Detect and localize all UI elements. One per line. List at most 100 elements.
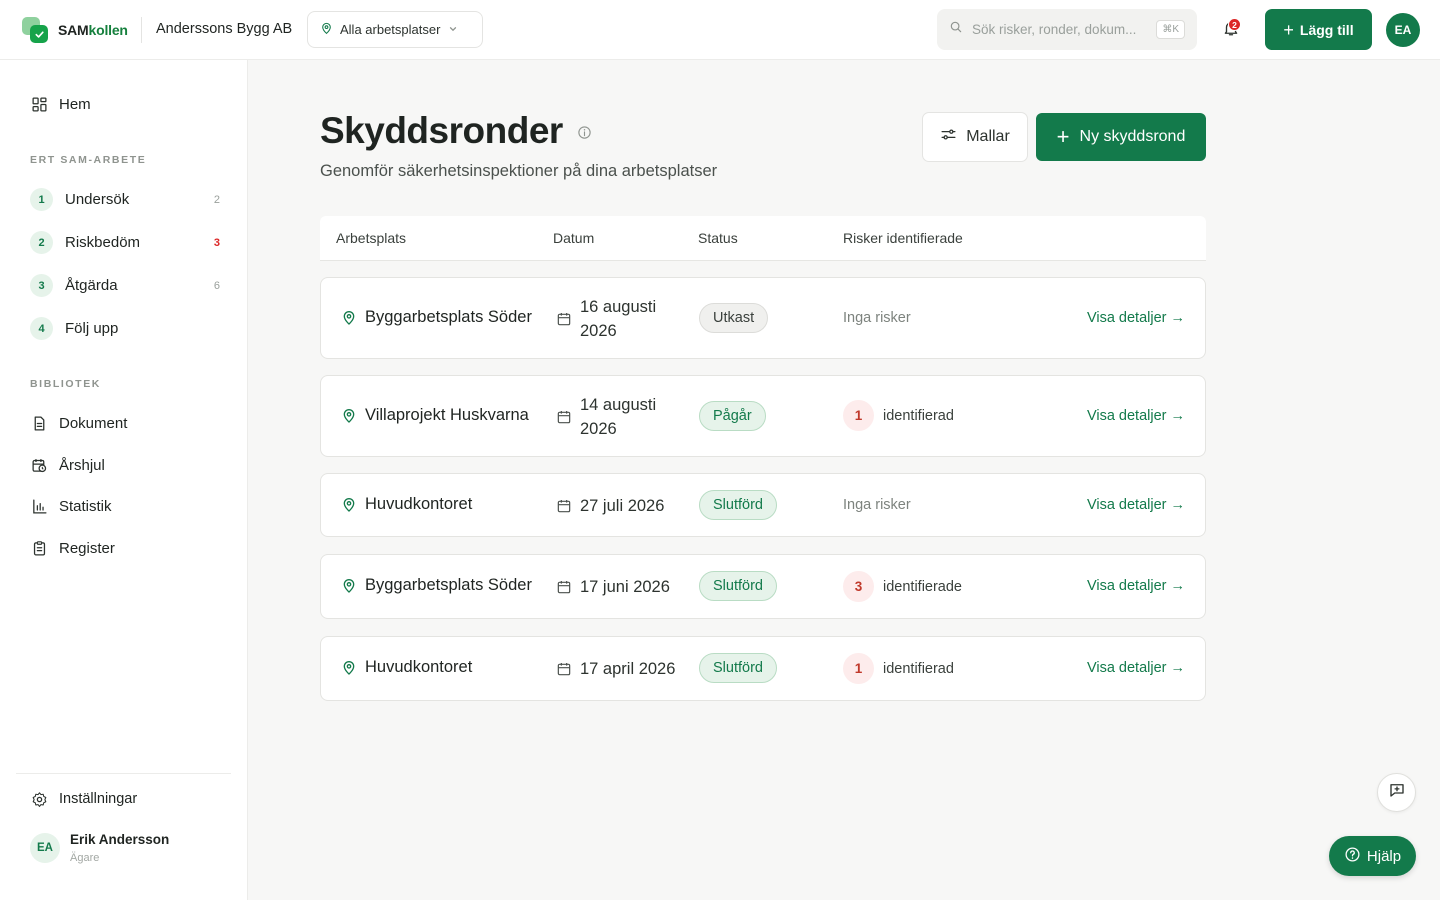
table-row[interactable]: Huvudkontoret 17 april 2026 Slutförd 1 i… [320, 636, 1206, 701]
sidebar-item-undersok[interactable]: 1 Undersök 2 [30, 188, 220, 211]
new-inspection-button[interactable]: + Ny skyddsrond [1036, 113, 1206, 161]
sidebar-item-home[interactable]: Hem [30, 95, 91, 113]
workplace-cell: Huvudkontoret [341, 495, 472, 514]
date-line-2: 2026 [580, 420, 617, 438]
date-line-1: 14 augusti [580, 396, 657, 414]
search-input[interactable] [972, 22, 1142, 37]
workplace-selector-label: Alla arbetsplatser [340, 22, 441, 37]
sidebar-item-atgarda[interactable]: 3 Åtgärda 6 [30, 274, 220, 297]
risk-label: identifierad [883, 407, 954, 424]
status-badge: Slutförd [699, 571, 777, 601]
view-details-link[interactable]: Visa detaljer → [1087, 497, 1185, 513]
step-number: 3 [30, 274, 53, 297]
status-badge: Slutförd [699, 653, 777, 683]
plus-icon: + [1056, 124, 1070, 149]
sidebar-item-register[interactable]: Register [30, 539, 115, 557]
user-name: Erik Andersson [70, 832, 170, 847]
risk-cell: Inga risker [843, 497, 911, 513]
add-button[interactable]: + Lägg till [1265, 9, 1372, 50]
chevron-down-icon [448, 22, 458, 37]
count-badge: 3 [213, 236, 220, 249]
table-row[interactable]: Byggarbetsplats Söder 17 juni 2026 Slutf… [320, 554, 1206, 619]
sidebar-item-label: Inställningar [59, 791, 138, 807]
table-row[interactable]: Villaprojekt Huskvarna 14 augusti 2026 På… [320, 375, 1206, 457]
sidebar-item-arshjul[interactable]: Årshjul [30, 456, 105, 474]
column-header-risks: Risker identifierade [843, 230, 963, 246]
document-icon [30, 414, 48, 432]
calendar-icon [556, 661, 572, 677]
sidebar-item-label: Undersök [65, 191, 130, 208]
risk-label: identifierad [883, 660, 954, 677]
count-badge: 2 [213, 193, 220, 206]
sidebar-item-folj-upp[interactable]: 4 Följ upp [30, 317, 220, 340]
bar-chart-icon [30, 497, 48, 515]
location-pin-icon [341, 408, 357, 424]
column-header-status: Status [698, 230, 738, 246]
calendar-icon [556, 409, 572, 425]
workplace-name: Byggarbetsplats Söder [365, 308, 532, 326]
table-row[interactable]: Byggarbetsplats Söder 16 augusti 2026 Utk… [320, 277, 1206, 359]
workplace-cell: Byggarbetsplats Söder [341, 308, 532, 327]
risk-cell: Inga risker [843, 310, 911, 326]
risk-label: identifierade [883, 578, 962, 595]
app-logo[interactable]: SAMkollen [22, 17, 128, 43]
sidebar-item-dokument[interactable]: Dokument [30, 414, 127, 432]
workplace-name: Villaprojekt Huskvarna [365, 406, 529, 424]
workplace-selector[interactable]: Alla arbetsplatser [307, 11, 483, 48]
templates-button[interactable]: Mallar [922, 112, 1028, 162]
table-row[interactable]: Huvudkontoret 27 juli 2026 Slutförd Inga… [320, 473, 1206, 537]
sidebar-item-label: Riskbedöm [65, 234, 141, 251]
workplace-cell: Huvudkontoret [341, 658, 472, 677]
status-badge: Pågår [699, 401, 766, 431]
sidebar-item-settings[interactable]: Inställningar [30, 790, 137, 808]
info-icon[interactable] [577, 125, 592, 145]
search-bar[interactable]: ⌘K [937, 9, 1197, 50]
location-pin-icon [341, 497, 357, 513]
top-bar: SAMkollen Anderssons Bygg AB Alla arbets… [0, 0, 1440, 60]
date-cell: 16 augusti 2026 [556, 295, 672, 343]
feedback-button[interactable] [1377, 773, 1416, 812]
date-line-2: 2026 [580, 322, 617, 340]
view-details-link[interactable]: Visa detaljer → [1087, 408, 1185, 424]
workplace-name: Huvudkontoret [365, 658, 473, 676]
calendar-icon [556, 579, 572, 595]
page-subtitle: Genomför säkerhetsinspektioner på dina a… [320, 162, 718, 180]
view-details-link[interactable]: Visa detaljer → [1087, 578, 1185, 594]
help-circle-icon [1344, 846, 1361, 867]
date-cell: 27 juli 2026 [556, 494, 664, 518]
column-header-workplace: Arbetsplats [336, 230, 407, 246]
sidebar-item-statistik[interactable]: Statistik [30, 497, 112, 515]
avatar[interactable]: EA [30, 833, 60, 863]
sidebar-item-label: Årshjul [59, 456, 105, 474]
step-number: 1 [30, 188, 53, 211]
clipboard-icon [30, 539, 48, 557]
status-badge: Slutförd [699, 490, 777, 520]
grid-icon [30, 95, 48, 113]
gear-icon [30, 790, 48, 808]
count-badge: 6 [213, 279, 220, 292]
view-details-link[interactable]: Visa detaljer → [1087, 310, 1185, 326]
help-button[interactable]: Hjälp [1329, 836, 1416, 876]
sidebar-item-label: Statistik [59, 497, 112, 515]
sidebar-divider [16, 773, 231, 774]
logo-mark-icon [22, 17, 48, 43]
section-label-sam: ERT SAM-ARBETE [30, 154, 147, 166]
column-header-date: Datum [553, 230, 595, 246]
add-button-label: Lägg till [1299, 21, 1354, 38]
step-number: 2 [30, 231, 53, 254]
risk-count-badge: 1 [843, 400, 874, 431]
search-icon [949, 20, 963, 39]
sidebar-item-label: Åtgärda [65, 277, 118, 294]
date-text: 17 april 2026 [580, 660, 676, 678]
calendar-icon [556, 311, 572, 327]
sidebar-item-label: Följ upp [65, 320, 119, 337]
new-inspection-button-label: Ny skyddsrond [1079, 128, 1186, 145]
workplace-name: Byggarbetsplats Söder [365, 576, 532, 594]
help-button-label: Hjälp [1366, 847, 1402, 865]
risk-count-badge: 1 [843, 653, 874, 684]
company-name: Anderssons Bygg AB [156, 21, 293, 37]
view-details-link[interactable]: Visa detaljer → [1087, 660, 1185, 676]
date-line-1: 16 augusti [580, 298, 657, 316]
user-avatar-menu[interactable]: EA [1386, 13, 1420, 47]
sidebar-item-riskbedom[interactable]: 2 Riskbedöm 3 [30, 231, 220, 254]
